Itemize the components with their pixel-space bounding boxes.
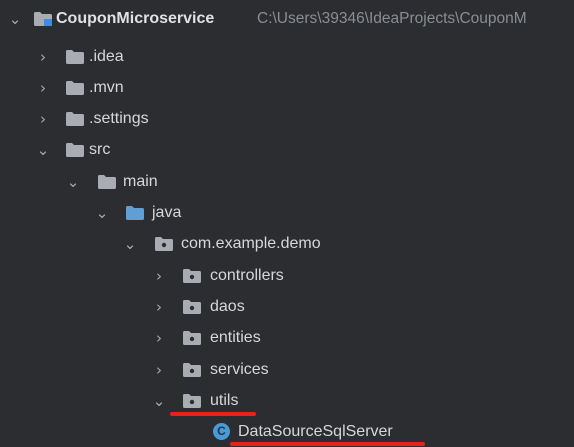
tree-row-java[interactable]: ⌄ java: [0, 198, 574, 228]
tree-item-label: com.example.demo: [181, 235, 321, 252]
java-class-icon: C: [213, 423, 230, 440]
tree-item-label: java: [152, 204, 182, 221]
project-path: C:\Users\39346\IdeaProjects\CouponM: [257, 10, 527, 27]
project-tree: ⌄ CouponMicroservice C:\Users\39346\Idea…: [0, 0, 574, 447]
tree-row-main[interactable]: ⌄ main: [0, 167, 574, 197]
folder-icon: [66, 143, 84, 157]
package-icon: [155, 237, 173, 251]
tree-item-label: src: [89, 141, 111, 158]
chevron-down-icon[interactable]: ⌄: [35, 140, 51, 160]
folder-icon: [66, 112, 84, 126]
tree-item-label: services: [210, 361, 269, 378]
tree-item-label: .mvn: [89, 79, 124, 96]
annotation-underline-datasource: [230, 442, 425, 446]
package-icon: [183, 331, 201, 345]
chevron-right-icon[interactable]: ›: [151, 266, 167, 286]
package-icon: [183, 363, 201, 377]
tree-row-idea[interactable]: › .idea: [0, 42, 574, 72]
tree-item-label: daos: [210, 298, 245, 315]
tree-item-label: utils: [210, 392, 239, 409]
project-name: CouponMicroservice: [56, 10, 215, 27]
tree-row-mvn[interactable]: › .mvn: [0, 73, 574, 103]
tree-row-utils[interactable]: ⌄ utils: [0, 386, 574, 416]
chevron-right-icon[interactable]: ›: [151, 328, 167, 348]
annotation-underline-utils: [170, 412, 256, 416]
chevron-down-icon[interactable]: ⌄: [7, 9, 23, 29]
module-folder-icon: [34, 12, 52, 26]
tree-item-label: .idea: [89, 48, 124, 65]
chevron-right-icon[interactable]: ›: [151, 360, 167, 380]
tree-item-label: DataSourceSqlServer: [238, 423, 393, 440]
folder-icon: [98, 175, 116, 189]
chevron-down-icon[interactable]: ⌄: [151, 391, 167, 411]
chevron-down-icon[interactable]: ⌄: [94, 203, 110, 223]
tree-row-package-root[interactable]: ⌄ com.example.demo: [0, 229, 574, 259]
tree-item-label: entities: [210, 329, 261, 346]
tree-row-daos[interactable]: › daos: [0, 292, 574, 322]
folder-icon: [66, 50, 84, 64]
tree-row-src[interactable]: ⌄ src: [0, 135, 574, 165]
tree-row-root[interactable]: ⌄ CouponMicroservice C:\Users\39346\Idea…: [0, 4, 574, 34]
package-icon: [183, 269, 201, 283]
package-icon: [183, 394, 201, 408]
folder-icon: [66, 81, 84, 95]
tree-row-entities[interactable]: › entities: [0, 323, 574, 353]
source-folder-icon: [126, 206, 144, 220]
tree-row-settings[interactable]: › .settings: [0, 104, 574, 134]
chevron-right-icon[interactable]: ›: [151, 297, 167, 317]
tree-item-label: controllers: [210, 267, 284, 284]
package-icon: [183, 300, 201, 314]
chevron-right-icon[interactable]: ›: [35, 78, 51, 98]
chevron-down-icon[interactable]: ⌄: [65, 172, 81, 192]
tree-item-label: .settings: [89, 110, 149, 127]
tree-row-services[interactable]: › services: [0, 355, 574, 385]
tree-item-label: main: [123, 173, 158, 190]
chevron-down-icon[interactable]: ⌄: [122, 234, 138, 254]
chevron-right-icon[interactable]: ›: [35, 47, 51, 67]
tree-row-controllers[interactable]: › controllers: [0, 261, 574, 291]
chevron-right-icon[interactable]: ›: [35, 109, 51, 129]
